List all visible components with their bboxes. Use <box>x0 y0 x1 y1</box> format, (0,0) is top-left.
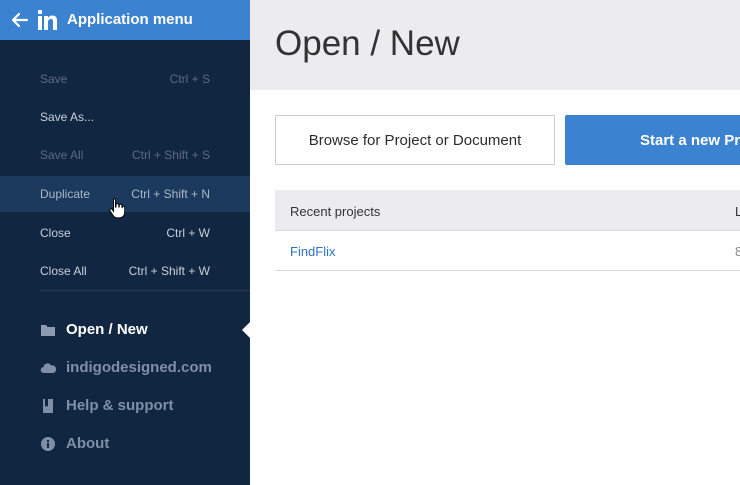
menu-item-close[interactable]: Close Ctrl + W <box>0 215 250 251</box>
nav-item-label: Open / New <box>66 321 148 338</box>
column-header-recent-projects: Recent projects <box>290 204 381 219</box>
nav-item-help-support[interactable]: Help & support <box>0 387 250 425</box>
menu-item-label: Save As... <box>40 110 95 124</box>
menu-item-shortcut: Ctrl + S <box>169 72 210 86</box>
sidebar-header: Application menu <box>0 0 250 40</box>
nav-item-label: About <box>66 435 110 452</box>
table-row[interactable]: FindFlix 8 <box>275 231 740 271</box>
page-title: Open / New <box>275 24 460 63</box>
project-modified: 8 <box>735 244 740 259</box>
start-new-project-button[interactable]: Start a new Pro <box>565 115 740 165</box>
menu-item-shortcut: Ctrl + W <box>166 226 210 240</box>
application-menu-sidebar: Application menu Save Ctrl + S Save As..… <box>0 0 250 485</box>
menu-item-duplicate[interactable]: Duplicate Ctrl + Shift + N <box>0 176 250 212</box>
browse-button-label: Browse for Project or Document <box>308 132 522 149</box>
nav-item-indigodesigned[interactable]: indigodesigned.com <box>0 349 250 387</box>
menu-item-label: Duplicate <box>40 187 91 201</box>
project-link[interactable]: FindFlix <box>290 244 336 259</box>
menu-divider <box>40 290 250 291</box>
menu-item-close-all[interactable]: Close All Ctrl + Shift + W <box>0 253 250 289</box>
menu-item-label: Save <box>40 72 68 86</box>
browse-button[interactable]: Browse for Project or Document <box>275 115 555 165</box>
menu-item-label: Save All <box>40 148 84 162</box>
hand-pointer-cursor-icon <box>109 198 125 219</box>
cloud-icon <box>40 363 56 374</box>
menu-item-label: Close All <box>40 264 87 278</box>
nav-item-label: Help & support <box>66 397 174 414</box>
folder-icon <box>41 325 55 336</box>
info-icon <box>41 437 55 451</box>
menu-item-save-as[interactable]: Save As... <box>0 99 250 135</box>
menu-item-label: Close <box>40 226 71 240</box>
menu-item-save[interactable]: Save Ctrl + S <box>0 61 250 97</box>
book-icon <box>43 399 53 413</box>
nav-item-label: indigodesigned.com <box>66 359 212 376</box>
arrow-left-icon[interactable] <box>10 10 30 30</box>
menu-item-shortcut: Ctrl + Shift + N <box>131 187 210 201</box>
sidebar-title: Application menu <box>67 11 193 28</box>
menu-item-shortcut: Ctrl + Shift + S <box>131 148 210 162</box>
nav-item-open-new[interactable]: Open / New <box>0 311 250 349</box>
menu-item-shortcut: Ctrl + Shift + W <box>128 264 210 278</box>
indigo-logo-icon <box>38 10 57 30</box>
active-nav-pointer <box>242 322 250 338</box>
column-header-last-modified: L <box>735 204 740 219</box>
nav-item-about[interactable]: About <box>0 425 250 463</box>
start-new-project-label: Start a new Pro <box>640 132 740 149</box>
menu-item-save-all[interactable]: Save All Ctrl + Shift + S <box>0 137 250 173</box>
main-header: Open / New <box>250 0 740 90</box>
recent-projects-header: Recent projects L <box>275 190 740 231</box>
